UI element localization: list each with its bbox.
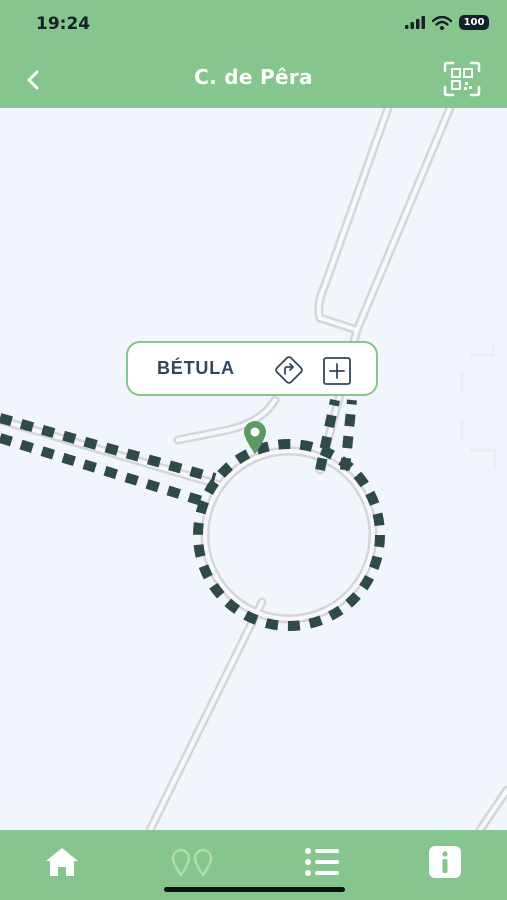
directions-button[interactable]: [272, 353, 306, 387]
list-icon: [305, 848, 339, 876]
cellular-signal-icon: [405, 16, 425, 29]
map-pins-icon: [171, 848, 213, 878]
tab-list[interactable]: [301, 844, 341, 880]
directions-icon: [275, 356, 303, 384]
status-time: 19:24: [36, 14, 91, 34]
map-view[interactable]: BÉTULA: [0, 108, 507, 830]
wifi-icon: [432, 15, 452, 30]
qr-scan-button[interactable]: [443, 61, 481, 97]
place-name: BÉTULA: [157, 358, 235, 378]
plus-square-icon: [323, 357, 351, 385]
app-header: C. de Pêra: [0, 50, 507, 108]
status-icons: 100: [405, 15, 489, 30]
tab-info[interactable]: [426, 844, 466, 880]
map-canvas[interactable]: [0, 108, 507, 830]
info-icon: [429, 846, 461, 878]
home-indicator: [164, 887, 345, 892]
home-icon: [46, 848, 78, 876]
qr-code-scan-icon: [443, 61, 481, 97]
place-marker[interactable]: [242, 419, 268, 455]
add-button[interactable]: [322, 356, 352, 386]
map-pin-icon: [244, 421, 266, 454]
place-callout[interactable]: BÉTULA: [126, 341, 378, 396]
route-roundabout: [193, 439, 385, 631]
battery-icon: 100: [459, 15, 489, 30]
page-title: C. de Pêra: [194, 65, 313, 89]
tab-places[interactable]: [170, 844, 213, 880]
tab-home[interactable]: [42, 844, 82, 880]
status-bar: 19:24 100: [0, 0, 507, 50]
route-segment-north-2: [340, 399, 357, 471]
